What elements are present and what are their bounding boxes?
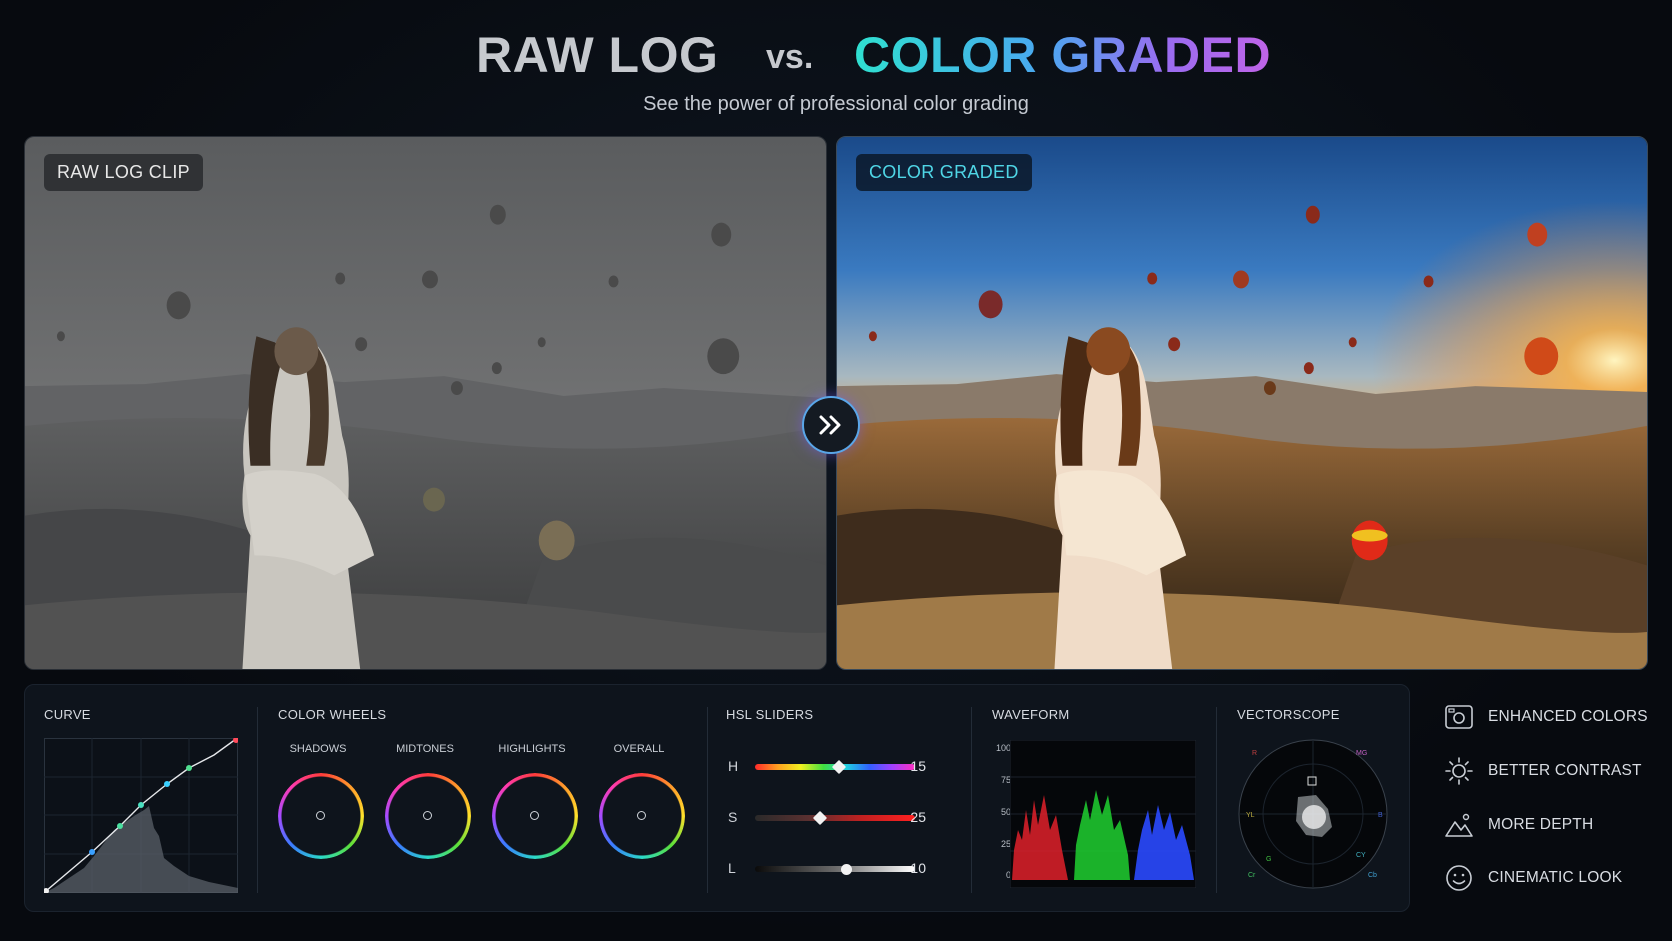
- grading-tools-panel: CURVE COLOR WHEELS SHADOWS MIDTONES HIGH…: [24, 684, 1410, 912]
- waveform-scale-100: 100: [995, 743, 1011, 753]
- image-adjust-icon: [1445, 705, 1473, 729]
- saturation-label: S: [728, 809, 738, 825]
- waveform-scope: [1010, 740, 1196, 888]
- waveform-scale-50: 50: [1000, 807, 1011, 817]
- vectorscope-target-cy: CY: [1356, 852, 1366, 859]
- page-header: RAW LOG vs. COLOR GRADED: [0, 22, 1672, 92]
- raw-log-preview[interactable]: RAW LOG CLIP: [24, 136, 827, 670]
- vectorscope-target-b: B: [1378, 812, 1383, 819]
- divider: [971, 707, 972, 893]
- feature-label: BETTER CONTRAST: [1488, 762, 1642, 779]
- vectorscope-target-mg: MG: [1356, 750, 1367, 757]
- raw-log-image: [25, 137, 826, 669]
- title-vs: vs.: [766, 38, 814, 76]
- color-wheels-title: COLOR WHEELS: [278, 707, 387, 722]
- midtones-wheel-handle[interactable]: [423, 811, 432, 820]
- color-graded-image: [837, 137, 1647, 669]
- divider: [1216, 707, 1217, 893]
- feature-enhanced-colors: ENHANCED COLORS: [1444, 702, 1648, 732]
- waveform-scale-0: 0: [1005, 870, 1011, 880]
- raw-log-badge: RAW LOG CLIP: [44, 154, 203, 191]
- vectorscope-target-r: R: [1252, 750, 1257, 757]
- luminance-label: L: [728, 860, 736, 876]
- vectorscope-scope: R MG YL CY G B Cr Cb: [1238, 739, 1388, 889]
- hsl-sliders-title: HSL SLIDERS: [726, 707, 814, 722]
- hue-slider-handle[interactable]: [831, 759, 847, 775]
- vectorscope-target-yl: YL: [1246, 812, 1255, 819]
- color-graded-preview[interactable]: COLOR GRADED: [836, 136, 1648, 670]
- curve-title: CURVE: [44, 707, 91, 722]
- saturation-slider-track[interactable]: [755, 815, 915, 821]
- luminance-slider-track[interactable]: [755, 866, 915, 872]
- wheel-label-midtones: MIDTONES: [396, 743, 454, 755]
- shadows-wheel-handle[interactable]: [316, 811, 325, 820]
- sun-icon: [1445, 757, 1473, 785]
- hue-label: H: [728, 758, 739, 774]
- vectorscope-target-cr: Cr: [1248, 872, 1256, 879]
- title-color-graded: COLOR GRADED: [854, 27, 1272, 83]
- feature-label: MORE DEPTH: [1488, 816, 1594, 833]
- wheel-label-shadows: SHADOWS: [289, 743, 347, 755]
- curve-editor[interactable]: [44, 738, 238, 893]
- luminance-slider-handle[interactable]: [841, 864, 852, 875]
- page-subtitle: See the power of professional color grad…: [643, 93, 1029, 115]
- feature-label: CINEMATIC LOOK: [1488, 869, 1623, 886]
- luminance-value: 10: [910, 860, 926, 876]
- double-chevron-right-icon: [819, 415, 841, 435]
- saturation-value: 25: [910, 809, 926, 825]
- wheel-label-overall: OVERALL: [613, 743, 665, 755]
- waveform-scale-75: 75: [1000, 775, 1011, 785]
- divider: [707, 707, 708, 893]
- feature-cinematic-look: CINEMATIC LOOK: [1444, 863, 1622, 893]
- color-graded-badge: COLOR GRADED: [856, 154, 1032, 191]
- waveform-title: WAVEFORM: [992, 707, 1070, 722]
- feature-more-depth: MORE DEPTH: [1444, 810, 1593, 840]
- vectorscope-target-cb: Cb: [1368, 872, 1377, 879]
- overall-wheel-handle[interactable]: [637, 811, 646, 820]
- vectorscope-target-g: G: [1266, 856, 1271, 863]
- feature-better-contrast: BETTER CONTRAST: [1444, 756, 1642, 786]
- wheel-label-highlights: HIGHLIGHTS: [498, 743, 566, 755]
- saturation-slider-handle[interactable]: [812, 810, 828, 826]
- hue-value: 15: [910, 758, 926, 774]
- smiley-icon: [1446, 865, 1472, 891]
- highlights-wheel-handle[interactable]: [530, 811, 539, 820]
- feature-label: ENHANCED COLORS: [1488, 708, 1648, 725]
- compare-toggle-button[interactable]: [802, 396, 860, 454]
- divider: [257, 707, 258, 893]
- waveform-scale-25: 25: [1000, 839, 1011, 849]
- landscape-icon: [1445, 813, 1473, 837]
- title-raw-log: RAW LOG: [476, 27, 719, 83]
- vectorscope-title: VECTORSCOPE: [1237, 707, 1340, 722]
